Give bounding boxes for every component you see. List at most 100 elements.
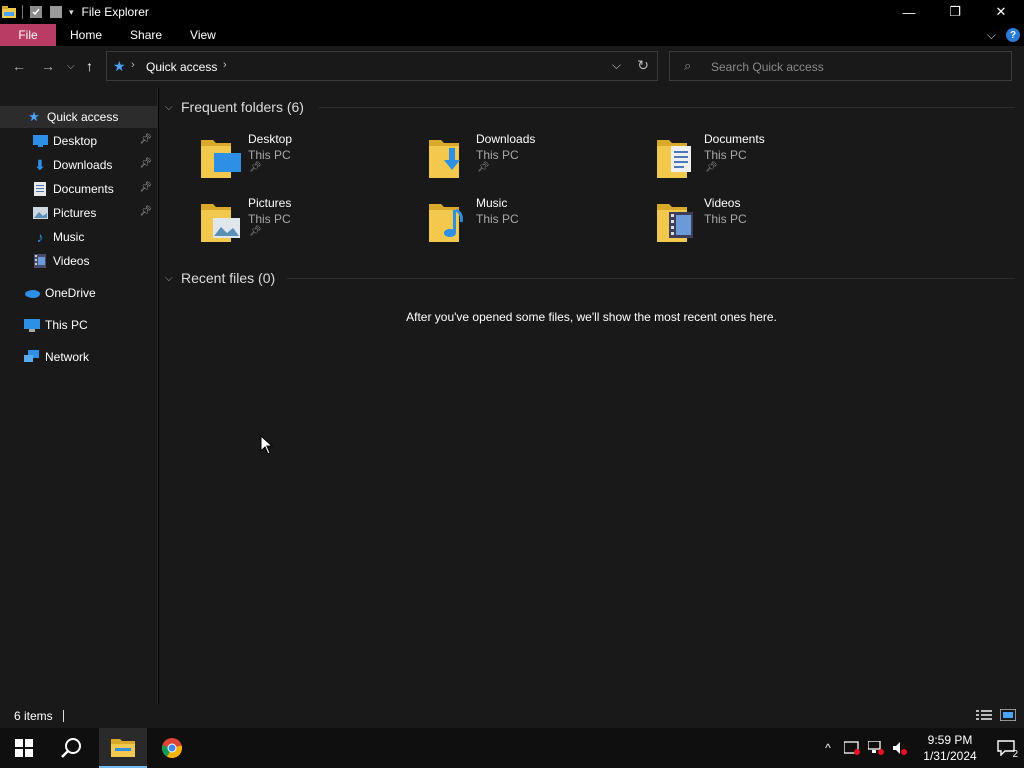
folder-name: Music	[476, 196, 508, 210]
videos-folder-icon	[657, 204, 693, 242]
group-divider	[287, 278, 1015, 279]
group-title: Recent files (0)	[181, 270, 276, 286]
tab-share[interactable]: Share	[116, 24, 176, 46]
sidebar-item-music[interactable]: ♪ Music	[0, 226, 158, 248]
music-icon: ♪	[36, 229, 44, 245]
large-icons-view-icon[interactable]	[999, 708, 1017, 724]
collapse-chevron-icon[interactable]: ⌵	[165, 273, 175, 284]
toolbar-separator	[22, 5, 23, 19]
folder-location: This PC	[476, 148, 519, 162]
start-button[interactable]	[0, 728, 48, 768]
folder-tile-music[interactable]: Music This PC	[429, 196, 629, 248]
forward-arrow-icon[interactable]: →	[41, 58, 55, 74]
download-icon: ⬇	[34, 156, 46, 173]
sidebar-item-label: Quick access	[47, 110, 119, 124]
back-arrow-icon[interactable]: ←	[12, 58, 26, 74]
up-arrow-icon[interactable]: ↑	[86, 58, 93, 74]
sidebar-item-label: Pictures	[53, 206, 97, 220]
folder-name: Downloads	[476, 132, 536, 146]
close-button[interactable]: ✕	[978, 0, 1024, 24]
sidebar-item-pictures[interactable]: Pictures 📌︎	[0, 202, 158, 224]
desktop-folder-icon	[201, 140, 241, 178]
music-folder-icon	[429, 204, 463, 242]
tab-file[interactable]: File	[0, 24, 56, 46]
folder-name: Pictures	[248, 196, 292, 210]
sidebar-item-this-pc[interactable]: This PC	[0, 314, 158, 336]
breadcrumb-chevron-icon[interactable]: ›	[223, 59, 227, 71]
sidebar-item-documents[interactable]: Documents 📌︎	[0, 178, 158, 200]
window-title: File Explorer	[81, 5, 149, 19]
pin-icon: 📌︎	[249, 162, 262, 173]
sidebar-item-label: Network	[45, 350, 90, 364]
breadcrumb-chevron-icon[interactable]: ›	[131, 59, 135, 71]
windows-logo-icon	[15, 739, 33, 757]
restore-button[interactable]: ❐	[932, 0, 978, 24]
status-divider	[62, 710, 64, 722]
new-folder-icon[interactable]	[49, 5, 63, 19]
sidebar-item-network[interactable]: Network	[0, 346, 158, 368]
sidebar-item-videos[interactable]: Videos	[0, 250, 158, 272]
recent-files-header[interactable]: ⌵ Recent files (0)	[165, 267, 275, 289]
folder-location: This PC	[704, 212, 747, 226]
sidebar-item-label: OneDrive	[45, 286, 96, 300]
folder-tile-documents[interactable]: Documents This PC 📌︎	[657, 132, 857, 184]
mouse-cursor-icon	[260, 435, 274, 455]
folder-tile-videos[interactable]: Videos This PC	[657, 196, 857, 248]
customize-toolbar-dropdown-icon[interactable]: ▾	[69, 7, 74, 18]
quick-access-star-icon: ★	[113, 58, 126, 74]
pin-icon: 📌︎	[139, 134, 152, 145]
pictures-icon	[32, 205, 48, 221]
computer-icon	[24, 317, 40, 333]
restore-icon: ❐	[949, 4, 961, 19]
search-box[interactable]: ⌕ Search Quick access	[669, 51, 1012, 81]
search-taskbar-button[interactable]	[48, 728, 96, 768]
folder-tile-desktop[interactable]: Desktop This PC 📌︎	[201, 132, 401, 184]
title-bar: ▾ File Explorer ― ❐ ✕	[0, 0, 1024, 24]
address-bar[interactable]: ★ › Quick access › ⌵ ↻	[106, 51, 658, 81]
pictures-folder-icon	[201, 204, 240, 242]
folder-tile-pictures[interactable]: Pictures This PC 📌︎	[201, 196, 401, 248]
taskbar-file-explorer[interactable]	[99, 728, 147, 768]
tab-home[interactable]: Home	[56, 24, 116, 46]
frequent-folders-header[interactable]: ⌵ Frequent folders (6)	[165, 96, 304, 118]
minimize-button[interactable]: ―	[886, 0, 932, 24]
expand-ribbon-chevron-icon[interactable]: ⌵	[987, 28, 996, 43]
quick-access-toolbar: ▾	[0, 0, 74, 24]
taskbar: ^ 9:59 PM 1/31/2024 2	[0, 728, 1024, 768]
documents-folder-icon	[657, 140, 691, 178]
folder-tile-downloads[interactable]: Downloads This PC 📌︎	[429, 132, 629, 184]
folder-location: This PC	[476, 212, 519, 226]
refresh-icon[interactable]: ↻	[637, 57, 649, 74]
volume-muted-icon[interactable]	[888, 728, 912, 768]
action-center-button[interactable]: 2	[988, 728, 1024, 768]
tab-view[interactable]: View	[176, 24, 230, 46]
notification-count: 2	[1012, 749, 1018, 760]
sidebar-item-downloads[interactable]: ⬇ Downloads 📌︎	[0, 154, 158, 176]
sidebar-item-label: This PC	[45, 318, 88, 332]
sidebar-item-label: Documents	[53, 182, 114, 196]
sidebar-item-desktop[interactable]: Desktop 📌︎	[0, 130, 158, 152]
cloud-icon	[24, 285, 40, 301]
sidebar-item-quick-access[interactable]: ★ Quick access	[0, 106, 158, 128]
show-hidden-icons-chevron-icon[interactable]: ^	[816, 728, 840, 768]
clock[interactable]: 9:59 PM 1/31/2024	[912, 732, 988, 764]
taskbar-chrome[interactable]	[148, 728, 196, 768]
group-divider	[319, 107, 1015, 108]
folder-app-icon	[2, 5, 16, 19]
network-status-icon[interactable]	[864, 728, 888, 768]
details-view-icon[interactable]	[976, 709, 992, 724]
downloads-folder-icon	[429, 140, 460, 178]
recent-locations-chevron-icon[interactable]: ⌵	[67, 61, 75, 72]
breadcrumb-quick-access[interactable]: Quick access	[146, 60, 217, 74]
security-icon[interactable]	[840, 728, 864, 768]
collapse-chevron-icon[interactable]: ⌵	[165, 102, 175, 113]
clock-time: 9:59 PM	[927, 733, 973, 747]
properties-icon[interactable]	[29, 5, 43, 19]
content-pane: ⌵ Frequent folders (6) Desktop This PC 📌…	[159, 88, 1024, 704]
sidebar-item-onedrive[interactable]: OneDrive	[0, 282, 158, 304]
search-input[interactable]: Search Quick access	[711, 60, 824, 74]
file-explorer-icon	[111, 739, 135, 757]
help-icon[interactable]: ?	[1006, 28, 1020, 42]
network-icon	[24, 349, 40, 365]
address-dropdown-icon[interactable]: ⌵	[612, 58, 621, 73]
